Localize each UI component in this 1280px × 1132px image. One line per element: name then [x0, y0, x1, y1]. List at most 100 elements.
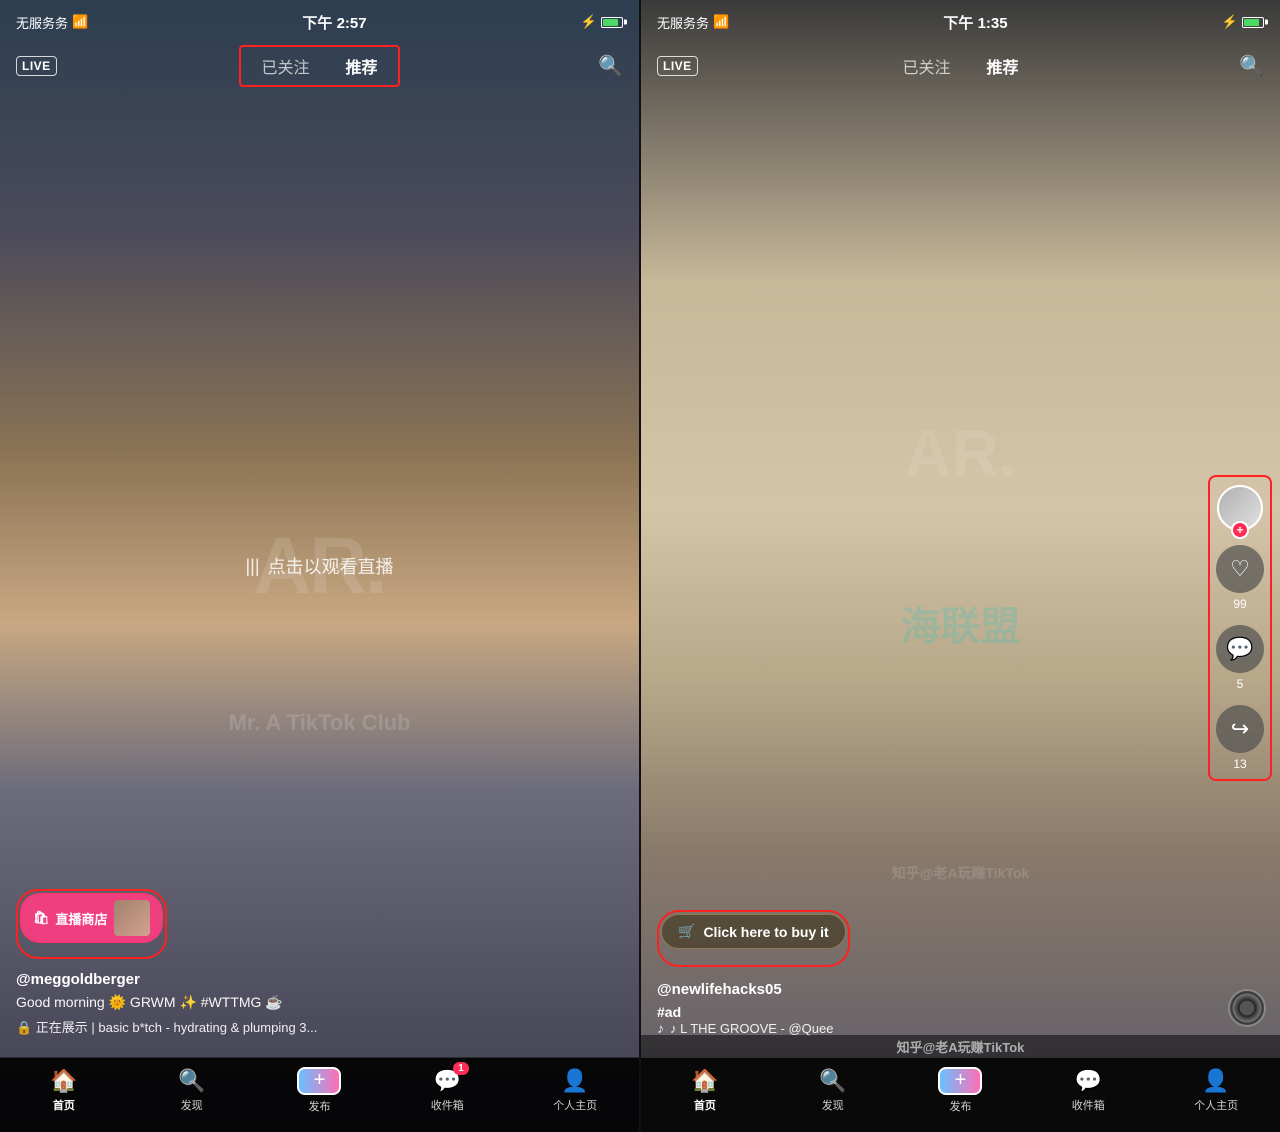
right-status-left: 无服务务 📶 [657, 13, 729, 32]
right-home-label: 首页 [694, 1097, 716, 1113]
right-battery-icon [1242, 17, 1264, 28]
left-caption: Good morning 🌞 GRWM ✨ #WTTMG ☕ [16, 994, 623, 1011]
avatar-wrapper: + [1217, 485, 1263, 531]
left-tab-highlight-box: 已关注 推荐 [239, 45, 399, 87]
left-wifi-icon: 📶 [72, 14, 88, 30]
left-battery-fill [603, 19, 618, 26]
left-nav-discover[interactable]: 🔍 发现 [167, 1068, 217, 1113]
left-publish-icon: + [297, 1067, 341, 1095]
right-search-button[interactable]: 🔍 [1239, 54, 1264, 79]
avatar-follow-plus[interactable]: + [1231, 521, 1249, 539]
left-live-text: 点击以观看直播 [268, 553, 394, 579]
right-username[interactable]: @newlifehacks05 [657, 981, 1264, 998]
left-time: 下午 2:57 [302, 12, 366, 33]
right-nav-profile[interactable]: 👤 个人主页 [1191, 1068, 1241, 1113]
right-discover-icon: 🔍 [819, 1068, 846, 1094]
left-publish-label: 发布 [308, 1098, 330, 1114]
left-product-info[interactable]: 🔒 正在展示 | basic b*tch - hydrating & plump… [16, 1017, 623, 1036]
left-shop-label: 直播商店 [56, 909, 108, 928]
right-action-share[interactable]: ↪ 13 [1216, 705, 1264, 771]
comment-icon: 💬 [1216, 625, 1264, 673]
left-profile-label: 个人主页 [553, 1097, 597, 1113]
left-inbox-badge: 1 [453, 1062, 469, 1075]
left-shop-button-container: 🛍 直播商店 [16, 889, 167, 959]
right-buy-icon: 🛒 [678, 923, 695, 940]
right-bottom-watermark-text: 知乎@老A玩赚TikTok [897, 1037, 1025, 1056]
left-home-label: 首页 [53, 1097, 75, 1113]
right-status-bar: 无服务务 📶 下午 1:35 ⚡ [641, 0, 1280, 44]
right-buy-label: Click here to buy it [703, 924, 828, 940]
left-discover-label: 发现 [181, 1097, 203, 1113]
right-publish-icon: + [938, 1067, 982, 1095]
right-music-text: ♪ L THE GROOVE - @Quee [670, 1021, 833, 1036]
left-home-icon: 🏠 [50, 1068, 77, 1094]
right-nav-home[interactable]: 🏠 首页 [680, 1068, 730, 1113]
left-product-thumbnail [114, 900, 150, 936]
left-nav-home[interactable]: 🏠 首页 [39, 1068, 89, 1113]
share-icon: ↪ [1216, 705, 1264, 753]
left-bottom-info: 🛍 直播商店 @meggoldberger Good morning 🌞 GRW… [0, 889, 639, 1052]
right-live-badge: LIVE [657, 56, 698, 76]
right-watermark-sub: 知乎@老A玩赚TikTok [892, 863, 1030, 883]
tab-following-right[interactable]: 已关注 [894, 50, 958, 82]
left-battery: ⚡ [581, 14, 623, 30]
tab-following-left[interactable]: 已关注 [253, 50, 317, 82]
comment-count: 5 [1237, 677, 1244, 691]
left-discover-icon: 🔍 [178, 1068, 205, 1094]
left-live-badge: LIVE [16, 56, 57, 76]
right-battery: ⚡ [1222, 14, 1264, 30]
right-buy-button[interactable]: 🛒 Click here to buy it [661, 914, 846, 949]
right-inbox-icon: 💬 [1075, 1068, 1102, 1094]
left-phone-panel: AR. Mr. A TikTok Club 无服务务 📶 下午 2:57 ⚡ L… [0, 0, 639, 1132]
left-bottom-nav: 🏠 首页 🔍 发现 + 发布 💬 1 收件箱 👤 个人主页 [0, 1057, 639, 1132]
left-nav-bar: LIVE 已关注 推荐 🔍 [0, 44, 639, 88]
left-status-left: 无服务务 📶 [16, 13, 88, 32]
right-bottom-watermark-bar: 知乎@老A玩赚TikTok [641, 1035, 1280, 1057]
right-buy-button-highlight: 🛒 Click here to buy it [657, 910, 850, 967]
right-action-sidebar-highlight: + ♡ 99 💬 5 ↪ 13 [1208, 475, 1272, 781]
right-phone-panel: AR. 海联盟 知乎@老A玩赚TikTok 无服务务 📶 下午 1:35 ⚡ L… [641, 0, 1280, 1132]
right-home-icon: 🏠 [691, 1068, 718, 1094]
left-inbox-label: 收件箱 [431, 1097, 464, 1113]
share-count: 13 [1233, 757, 1246, 771]
right-publish-label: 发布 [949, 1098, 971, 1114]
left-shop-highlight: 🛍 直播商店 [16, 889, 167, 959]
right-discover-label: 发现 [822, 1097, 844, 1113]
like-icon: ♡ [1216, 545, 1264, 593]
right-wifi-icon: 📶 [713, 14, 729, 30]
right-nav-discover[interactable]: 🔍 发现 [808, 1068, 858, 1113]
right-action-avatar[interactable]: + [1217, 485, 1263, 531]
right-bottom-nav: 🏠 首页 🔍 发现 + 发布 💬 收件箱 👤 个人主页 [641, 1057, 1280, 1132]
left-shop-button[interactable]: 🛍 直播商店 [20, 893, 163, 943]
left-nav-inbox[interactable]: 💬 1 收件箱 [422, 1068, 472, 1113]
left-status-bar: 无服务务 📶 下午 2:57 ⚡ [0, 0, 639, 44]
left-inbox-icon: 💬 1 [434, 1068, 461, 1094]
right-nav-inbox[interactable]: 💬 收件箱 [1063, 1068, 1113, 1113]
left-nav-publish[interactable]: + 发布 [294, 1067, 344, 1114]
left-nav-profile[interactable]: 👤 个人主页 [550, 1068, 600, 1113]
left-search-button[interactable]: 🔍 [598, 54, 623, 79]
right-profile-label: 个人主页 [1194, 1097, 1238, 1113]
right-action-comment[interactable]: 💬 5 [1216, 625, 1264, 691]
tab-recommend-right[interactable]: 推荐 [979, 50, 1027, 82]
tab-recommend-left[interactable]: 推荐 [338, 50, 386, 82]
right-music-info: ♪ ♪ L THE GROOVE - @Quee [657, 1020, 1264, 1036]
right-bottom-info: 🛒 Click here to buy it @newlifehacks05 #… [641, 910, 1280, 1052]
left-profile-icon: 👤 [561, 1068, 588, 1094]
left-battery-icon [601, 17, 623, 28]
left-shop-icon: 🛍 [33, 910, 50, 926]
left-username[interactable]: @meggoldberger [16, 971, 623, 988]
right-action-like[interactable]: ♡ 99 [1216, 545, 1264, 611]
right-tab-group: 已关注 推荐 [894, 50, 1026, 82]
right-nav-publish[interactable]: + 发布 [935, 1067, 985, 1114]
left-live-overlay[interactable]: ||| 点击以观看直播 [245, 553, 393, 579]
right-nav-bar: LIVE 已关注 推荐 🔍 [641, 44, 1280, 88]
right-hashtag: #ad [657, 1004, 1264, 1020]
right-inbox-label: 收件箱 [1072, 1097, 1105, 1113]
music-note-icon: ♪ [657, 1020, 664, 1036]
right-signal: 无服务务 [657, 13, 709, 32]
left-live-bars: ||| [245, 556, 259, 577]
right-battery-fill [1244, 19, 1259, 26]
right-time: 下午 1:35 [943, 12, 1007, 33]
left-signal: 无服务务 [16, 13, 68, 32]
